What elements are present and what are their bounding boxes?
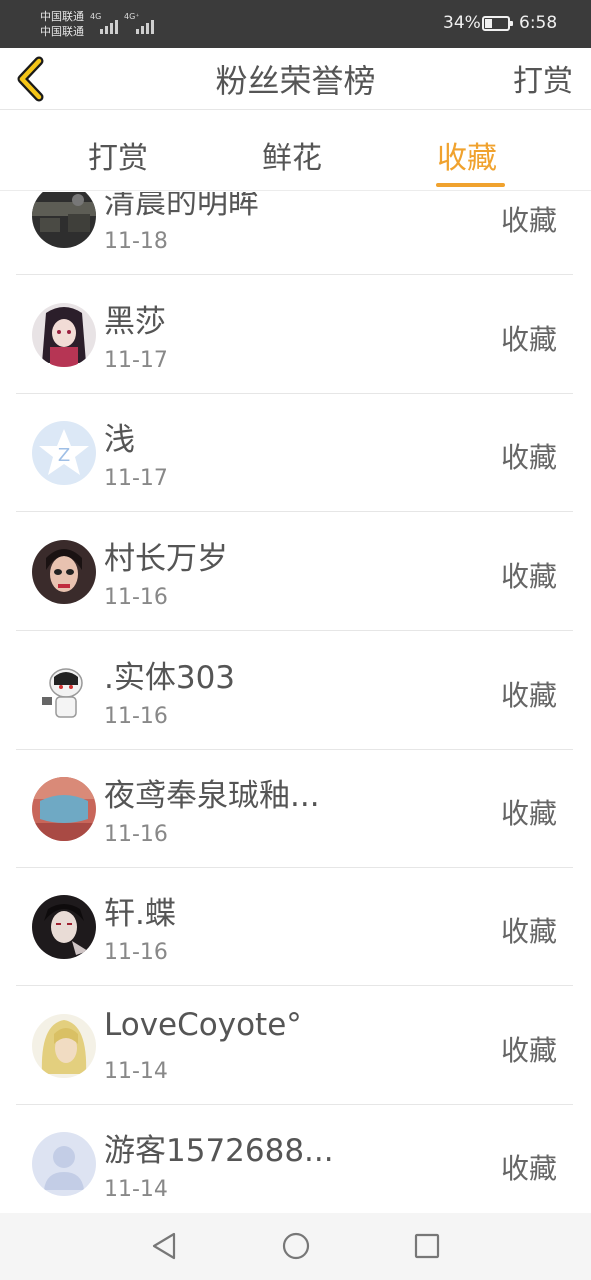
favorite-label: 收藏 (500, 323, 557, 356)
list-item[interactable]: 游客1572688... 11-14 收藏 (16, 1105, 573, 1212)
fan-date: 11-18 (104, 229, 168, 254)
favorite-label: 收藏 (500, 797, 557, 830)
fan-name: LoveCoyote° (104, 1007, 302, 1043)
avatar: Z (32, 421, 96, 485)
avatar (32, 540, 96, 604)
fan-date: 11-14 (104, 1177, 168, 1202)
favorite-label: 收藏 (500, 679, 557, 712)
page-title: 粉丝荣誉榜 (215, 62, 376, 100)
list-item[interactable]: Z 浅 11-17 收藏 (16, 394, 573, 512)
list-item[interactable]: 夜鸢奉泉珹釉... 11-16 收藏 (16, 750, 573, 868)
list-item[interactable]: LoveCoyote° 11-14 收藏 (16, 987, 573, 1105)
favorite-label: 收藏 (500, 560, 557, 593)
fan-date: 11-16 (104, 940, 168, 965)
fan-date: 11-16 (104, 822, 168, 847)
fan-date: 11-14 (104, 1059, 168, 1084)
favorite-label: 收藏 (500, 441, 557, 474)
fan-date: 11-17 (104, 466, 168, 491)
fan-date: 11-17 (104, 348, 168, 373)
fan-name: .实体303 (104, 660, 236, 696)
avatar (32, 1014, 96, 1078)
list-item[interactable]: 黑莎 11-17 收藏 (16, 276, 573, 394)
header: 粉丝荣誉榜 打赏 (0, 48, 591, 110)
carrier-labels: 中国联通 中国联通 (40, 9, 84, 39)
carrier-1: 中国联通 (40, 10, 84, 23)
favorite-label: 收藏 (500, 204, 557, 237)
fan-name: 夜鸢奉泉珹釉... (104, 778, 320, 814)
list-item[interactable]: 村长万岁 11-16 收藏 (16, 513, 573, 631)
battery-icon (482, 16, 513, 31)
fan-name: 村长万岁 (104, 541, 228, 577)
avatar (32, 1132, 96, 1196)
reward-button[interactable]: 打赏 (513, 56, 573, 100)
fan-list[interactable]: 清晨的明眸 11-18 收藏 黑莎 11-17 收藏 Z 浅 11-17 收藏 … (0, 192, 591, 1212)
fan-date: 11-16 (104, 585, 168, 610)
list-item[interactable]: 轩.蝶 11-16 收藏 (16, 868, 573, 986)
signal-2-icon: 4G⁺ (124, 12, 156, 34)
status-bar: 中国联通 中国联通 4G 4G⁺ 34% 6:58 (0, 0, 591, 48)
avatar (32, 777, 96, 841)
active-tab-indicator (436, 183, 505, 187)
tab-flowers[interactable]: 鲜花 (262, 133, 322, 177)
list-item[interactable]: 清晨的明眸 11-18 收藏 (16, 192, 573, 275)
recents-square-icon[interactable] (413, 1231, 441, 1265)
clock: 6:58 (519, 13, 558, 33)
avatar (32, 659, 96, 723)
favorite-label: 收藏 (500, 1034, 557, 1067)
tab-reward[interactable]: 打赏 (88, 133, 148, 177)
home-circle-icon[interactable] (281, 1231, 311, 1265)
system-nav-bar (0, 1213, 591, 1280)
back-triangle-icon[interactable] (150, 1231, 178, 1265)
avatar (32, 895, 96, 959)
battery-percent: 34% (443, 13, 481, 33)
fan-name: 黑莎 (104, 304, 166, 340)
fan-name: 清晨的明眸 (104, 192, 259, 221)
tab-favorites[interactable]: 收藏 (437, 133, 497, 177)
signal-1-icon: 4G (90, 12, 120, 34)
list-item[interactable]: .实体303 11-16 收藏 (16, 632, 573, 750)
fan-date: 11-16 (104, 704, 168, 729)
svg-text:Z: Z (58, 445, 70, 466)
avatar (32, 303, 96, 367)
fan-name: 游客1572688... (104, 1133, 334, 1169)
carrier-2: 中国联通 (40, 25, 84, 38)
tab-bar: 打赏 鲜花 收藏 (0, 111, 591, 191)
avatar (32, 192, 96, 248)
favorite-label: 收藏 (500, 1152, 557, 1185)
favorite-label: 收藏 (500, 915, 557, 948)
fan-name: 轩.蝶 (104, 896, 176, 932)
fan-name: 浅 (104, 422, 135, 458)
